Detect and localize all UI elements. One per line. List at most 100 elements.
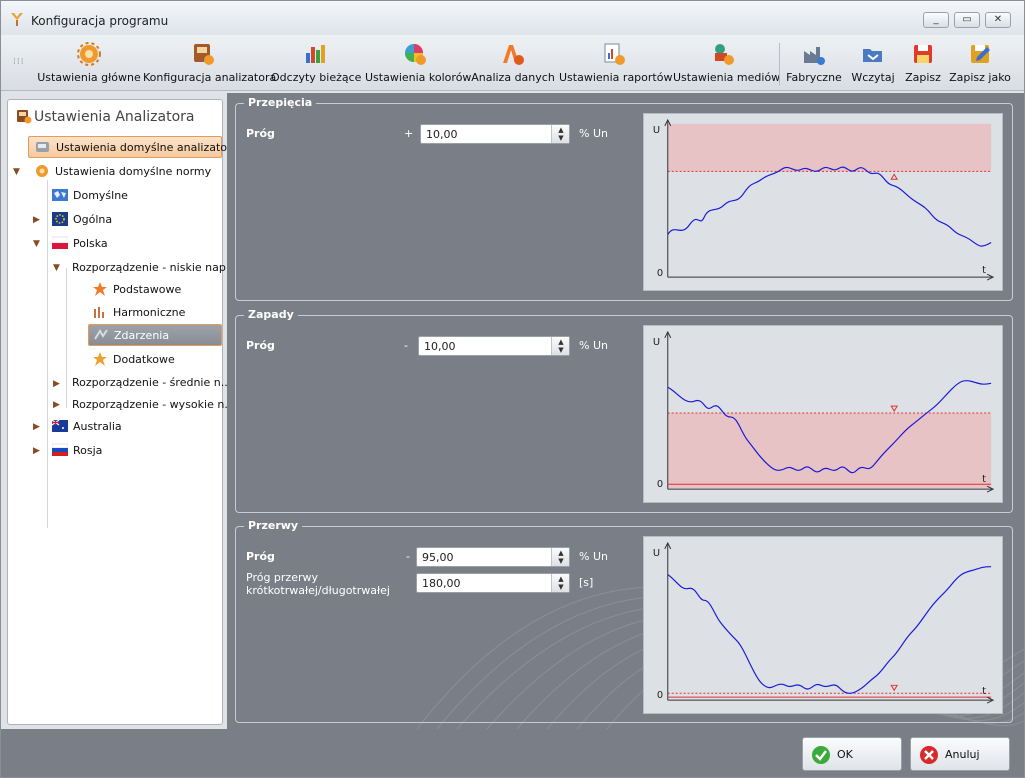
- toolbar-button-report-settings[interactable]: Ustawienia raportów: [559, 39, 673, 89]
- cancel-button[interactable]: Anuluj: [910, 737, 1010, 771]
- threshold-marker-icon: [890, 173, 899, 180]
- app-icon: [11, 13, 23, 26]
- toolbar-button-load[interactable]: Wczytaj: [849, 39, 897, 89]
- zero-label: 0: [657, 479, 663, 490]
- ok-button[interactable]: OK: [802, 737, 902, 771]
- spin-up-icon[interactable]: ▲: [552, 338, 570, 346]
- data-analysis-icon: [503, 45, 524, 65]
- threshold-band: [667, 413, 992, 489]
- expand-arrow-icon[interactable]: ▶: [53, 379, 63, 389]
- tree-item-basic[interactable]: Podstawowe: [92, 279, 181, 301]
- tree-item-events[interactable]: Zdarzenia: [88, 324, 222, 346]
- toolbar-button-save[interactable]: Zapisz: [903, 39, 943, 89]
- spinner-buttons[interactable]: ▲ ▼: [551, 337, 569, 355]
- settings-main-area: Przepięcia Próg + 10,00 ▲ ▼ % Un U t 0 Z…: [227, 93, 1024, 729]
- expand-arrow-icon[interactable]: ▶: [33, 446, 43, 456]
- close-button[interactable]: ✕: [985, 12, 1011, 28]
- toolbar-button-color-settings[interactable]: Ustawienia kolorów: [365, 39, 471, 89]
- threshold-label: Próg: [246, 127, 275, 140]
- spin-down-icon[interactable]: ▼: [552, 583, 570, 591]
- tree-item-label: Dodatkowe: [113, 353, 175, 366]
- tree-item-harmonics[interactable]: Harmoniczne: [92, 302, 185, 324]
- tree-item-russia[interactable]: Rosja: [52, 440, 102, 462]
- toolbar-button-current-readings[interactable]: Odczyty bieżące: [271, 39, 361, 89]
- spin-down-icon[interactable]: ▼: [552, 557, 570, 565]
- duration-threshold-label-line1: Próg przerwy: [246, 571, 319, 584]
- config-window: Konfiguracja programu _ ▭ ✕ ⁞⁞⁞ Ustawien…: [0, 0, 1025, 778]
- spinner-value: 180,00: [422, 577, 461, 590]
- analyzer-config-icon: [194, 44, 214, 65]
- tree-item-label: Harmoniczne: [113, 306, 186, 319]
- spin-down-icon[interactable]: ▼: [552, 134, 570, 142]
- spinner-buttons[interactable]: ▲ ▼: [551, 574, 569, 592]
- toolbar-label: Fabryczne: [786, 71, 842, 84]
- x-axis-label: t: [982, 265, 986, 276]
- expand-arrow-icon[interactable]: ▼: [53, 263, 63, 273]
- tree-item-additional[interactable]: Dodatkowe: [92, 349, 175, 371]
- toolbar-button-main-settings[interactable]: Ustawienia główne: [37, 39, 141, 89]
- spin-up-icon[interactable]: ▲: [552, 575, 570, 583]
- toolbar-label: Wczytaj: [851, 71, 895, 84]
- overvoltage-chart: U t 0: [643, 113, 1003, 291]
- duration-unit: [s]: [579, 576, 594, 589]
- tree-item-default[interactable]: Domyślne: [52, 185, 128, 207]
- tree-item-norm-defaults[interactable]: Ustawienia domyślne normy: [28, 161, 211, 183]
- toolbar-grip[interactable]: ⁞⁞⁞: [13, 57, 29, 69]
- minimize-button[interactable]: _: [923, 12, 949, 28]
- threshold-unit: % Un: [579, 127, 608, 140]
- maximize-icon: ▭: [962, 14, 972, 25]
- spin-down-icon[interactable]: ▼: [552, 346, 570, 354]
- toolbar-button-media-settings[interactable]: Ustawienia mediów: [673, 39, 781, 89]
- threshold-label: Próg: [246, 339, 275, 352]
- group-title: Przepięcia: [244, 96, 317, 109]
- threshold-marker-icon: [890, 405, 899, 412]
- toolbar-label: Ustawienia raportów: [559, 71, 673, 84]
- toolbar-button-factory[interactable]: Fabryczne: [785, 39, 843, 89]
- tree-item-general[interactable]: Ogólna: [52, 209, 112, 231]
- interruption-threshold-spinner[interactable]: 95,00 ▲ ▼: [416, 547, 570, 567]
- toolbar-button-data-analysis[interactable]: Analiza danych: [471, 39, 555, 89]
- expand-arrow-icon[interactable]: ▼: [13, 167, 23, 177]
- tree-item-regulation-high-voltage[interactable]: Rozporządzenie - wysokie n...: [72, 394, 235, 416]
- zero-label: 0: [657, 690, 663, 701]
- duration-threshold-spinner[interactable]: 180,00 ▲ ▼: [416, 573, 570, 593]
- analyzer-icon: [36, 142, 49, 152]
- tree-item-regulation-medium-voltage[interactable]: Rozporządzenie - średnie n...: [72, 372, 231, 394]
- tree-item-australia[interactable]: Australia: [52, 416, 122, 438]
- expand-arrow-icon[interactable]: ▶: [33, 215, 43, 225]
- tree-item-regulation-low-voltage[interactable]: Rozporządzenie - niskie nap...: [72, 257, 236, 279]
- overvoltage-threshold-spinner[interactable]: 10,00 ▲ ▼: [420, 124, 570, 144]
- group-overvoltage: Przepięcia Próg + 10,00 ▲ ▼ % Un U t 0: [235, 96, 1013, 301]
- tree-item-analyzer-defaults[interactable]: Ustawienia domyślne analizatora: [28, 136, 238, 158]
- threshold-band: [667, 123, 992, 172]
- report-settings-icon: [604, 43, 625, 65]
- toolbar-separator: [779, 43, 780, 85]
- cancel-x-icon: [920, 746, 938, 764]
- tree-line: [47, 180, 48, 528]
- spinner-value: 95,00: [422, 551, 454, 564]
- threshold-unit: % Un: [579, 550, 608, 563]
- expand-arrow-icon[interactable]: ▶: [53, 400, 63, 410]
- spin-up-icon[interactable]: ▲: [552, 549, 570, 557]
- tree-item-poland[interactable]: Polska: [52, 233, 108, 255]
- expand-arrow-icon[interactable]: ▶: [33, 422, 43, 432]
- flag-poland-icon: [52, 236, 68, 249]
- toolbar-label: Ustawienia mediów: [673, 71, 781, 84]
- tree-item-label: Polska: [73, 237, 108, 250]
- settings-tree-panel: Ustawienia Analizatora Ustawienia domyśl…: [7, 99, 238, 725]
- spinner-buttons[interactable]: ▲ ▼: [551, 125, 569, 143]
- dips-threshold-spinner[interactable]: 10,00 ▲ ▼: [418, 336, 570, 356]
- spinner-buttons[interactable]: ▲ ▼: [551, 548, 569, 566]
- tree-item-label: Ustawienia domyślne normy: [55, 165, 212, 178]
- group-title: Zapady: [244, 308, 298, 321]
- save-icon: [914, 45, 932, 63]
- expand-arrow-icon[interactable]: ▼: [33, 239, 43, 249]
- spin-up-icon[interactable]: ▲: [552, 126, 570, 134]
- maximize-button[interactable]: ▭: [954, 12, 980, 28]
- close-icon: ✕: [993, 14, 1003, 25]
- tree-item-label: Ustawienia domyślne analizatora: [56, 141, 239, 154]
- toolbar-button-save-as[interactable]: Zapisz jako: [947, 39, 1013, 89]
- y-axis-label: U: [653, 337, 660, 348]
- spinner-value: 10,00: [426, 128, 458, 141]
- toolbar-button-analyzer-config[interactable]: Konfiguracja analizatora: [143, 39, 276, 89]
